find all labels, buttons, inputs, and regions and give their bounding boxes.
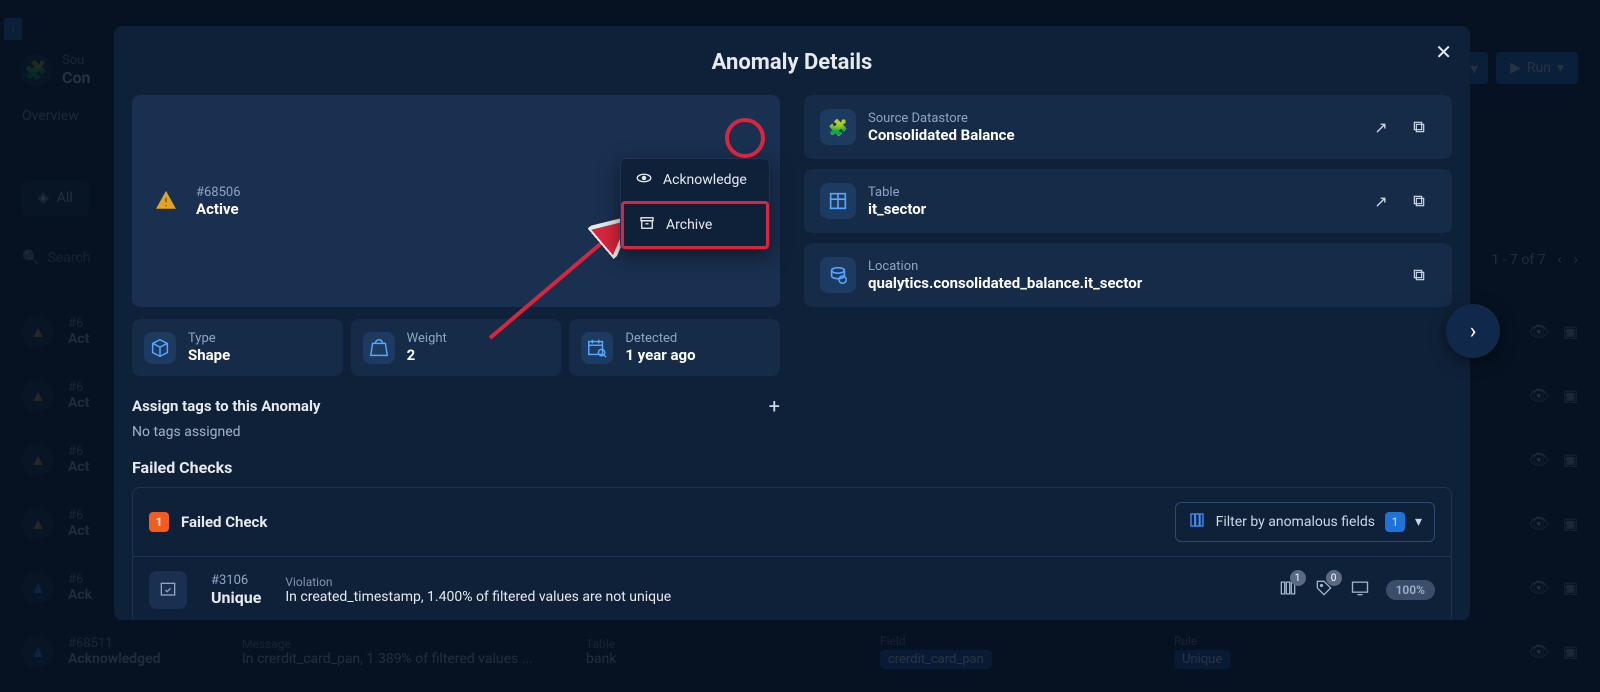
coverage-pill: 100% bbox=[1386, 580, 1435, 600]
copy-button[interactable] bbox=[1402, 110, 1436, 144]
tag-count-icon: 0 bbox=[1314, 578, 1334, 602]
table-icon bbox=[820, 183, 856, 219]
copy-button[interactable] bbox=[1402, 184, 1436, 218]
failed-check-row[interactable]: #3106 Unique Violation In created_timest… bbox=[133, 557, 1451, 620]
weight-icon bbox=[363, 332, 395, 364]
menu-acknowledge[interactable]: Acknowledge bbox=[621, 159, 769, 201]
no-tags-text: No tags assigned bbox=[132, 424, 780, 440]
open-link-button[interactable]: ↗ bbox=[1364, 110, 1398, 144]
table-card: Table it_sector ↗ bbox=[804, 169, 1452, 233]
warning-icon bbox=[148, 183, 184, 219]
tags-section: Assign tags to this Anomaly + No tags as… bbox=[132, 394, 780, 440]
cube-icon bbox=[144, 332, 176, 364]
copy-button[interactable] bbox=[1402, 258, 1436, 292]
anomaly-id: #68506 bbox=[196, 185, 241, 200]
location-card: Location qualytics.consolidated_balance.… bbox=[804, 243, 1452, 307]
detected-card: Detected1 year ago bbox=[569, 319, 780, 376]
anomaly-status: Active bbox=[196, 200, 241, 218]
tags-title: Assign tags to this Anomaly bbox=[132, 397, 320, 415]
menu-archive[interactable]: Archive bbox=[621, 201, 769, 249]
failed-checks-title: Failed Checks bbox=[132, 458, 1452, 477]
columns-count-icon: 1 bbox=[1278, 578, 1298, 602]
source-datastore-card: 🧩 Source Datastore Consolidated Balance … bbox=[804, 95, 1452, 159]
filter-count-badge: 1 bbox=[1385, 512, 1405, 532]
chevron-down-icon: ▾ bbox=[1415, 514, 1422, 530]
archive-icon bbox=[638, 214, 656, 236]
calendar-search-icon bbox=[581, 332, 613, 364]
close-button[interactable]: ✕ bbox=[1435, 40, 1452, 64]
modal-title: Anomaly Details bbox=[132, 50, 1452, 75]
columns-icon bbox=[1188, 511, 1206, 533]
check-rule-icon bbox=[149, 571, 187, 609]
eye-icon bbox=[635, 169, 653, 191]
filter-anomalous-fields-dropdown[interactable]: Filter by anomalous fields 1 ▾ bbox=[1175, 502, 1435, 542]
annotation-circle bbox=[725, 118, 765, 158]
open-link-button[interactable]: ↗ bbox=[1364, 184, 1398, 218]
type-card: TypeShape bbox=[132, 319, 343, 376]
add-tag-button[interactable]: + bbox=[769, 394, 780, 418]
datastore-icon: 🧩 bbox=[820, 109, 856, 145]
failed-count-badge: 1 bbox=[149, 512, 169, 532]
failed-checks-box: 1 Failed Check Filter by anomalous field… bbox=[132, 487, 1452, 620]
anomaly-details-modal: Anomaly Details #68506 Active bbox=[114, 26, 1470, 620]
location-icon bbox=[820, 257, 856, 293]
failed-check-label: Failed Check bbox=[181, 513, 267, 531]
weight-card: Weight2 bbox=[351, 319, 562, 376]
more-menu: Acknowledge Archive bbox=[620, 158, 770, 250]
next-anomaly-button[interactable]: › bbox=[1446, 304, 1500, 358]
monitor-icon bbox=[1350, 578, 1370, 602]
